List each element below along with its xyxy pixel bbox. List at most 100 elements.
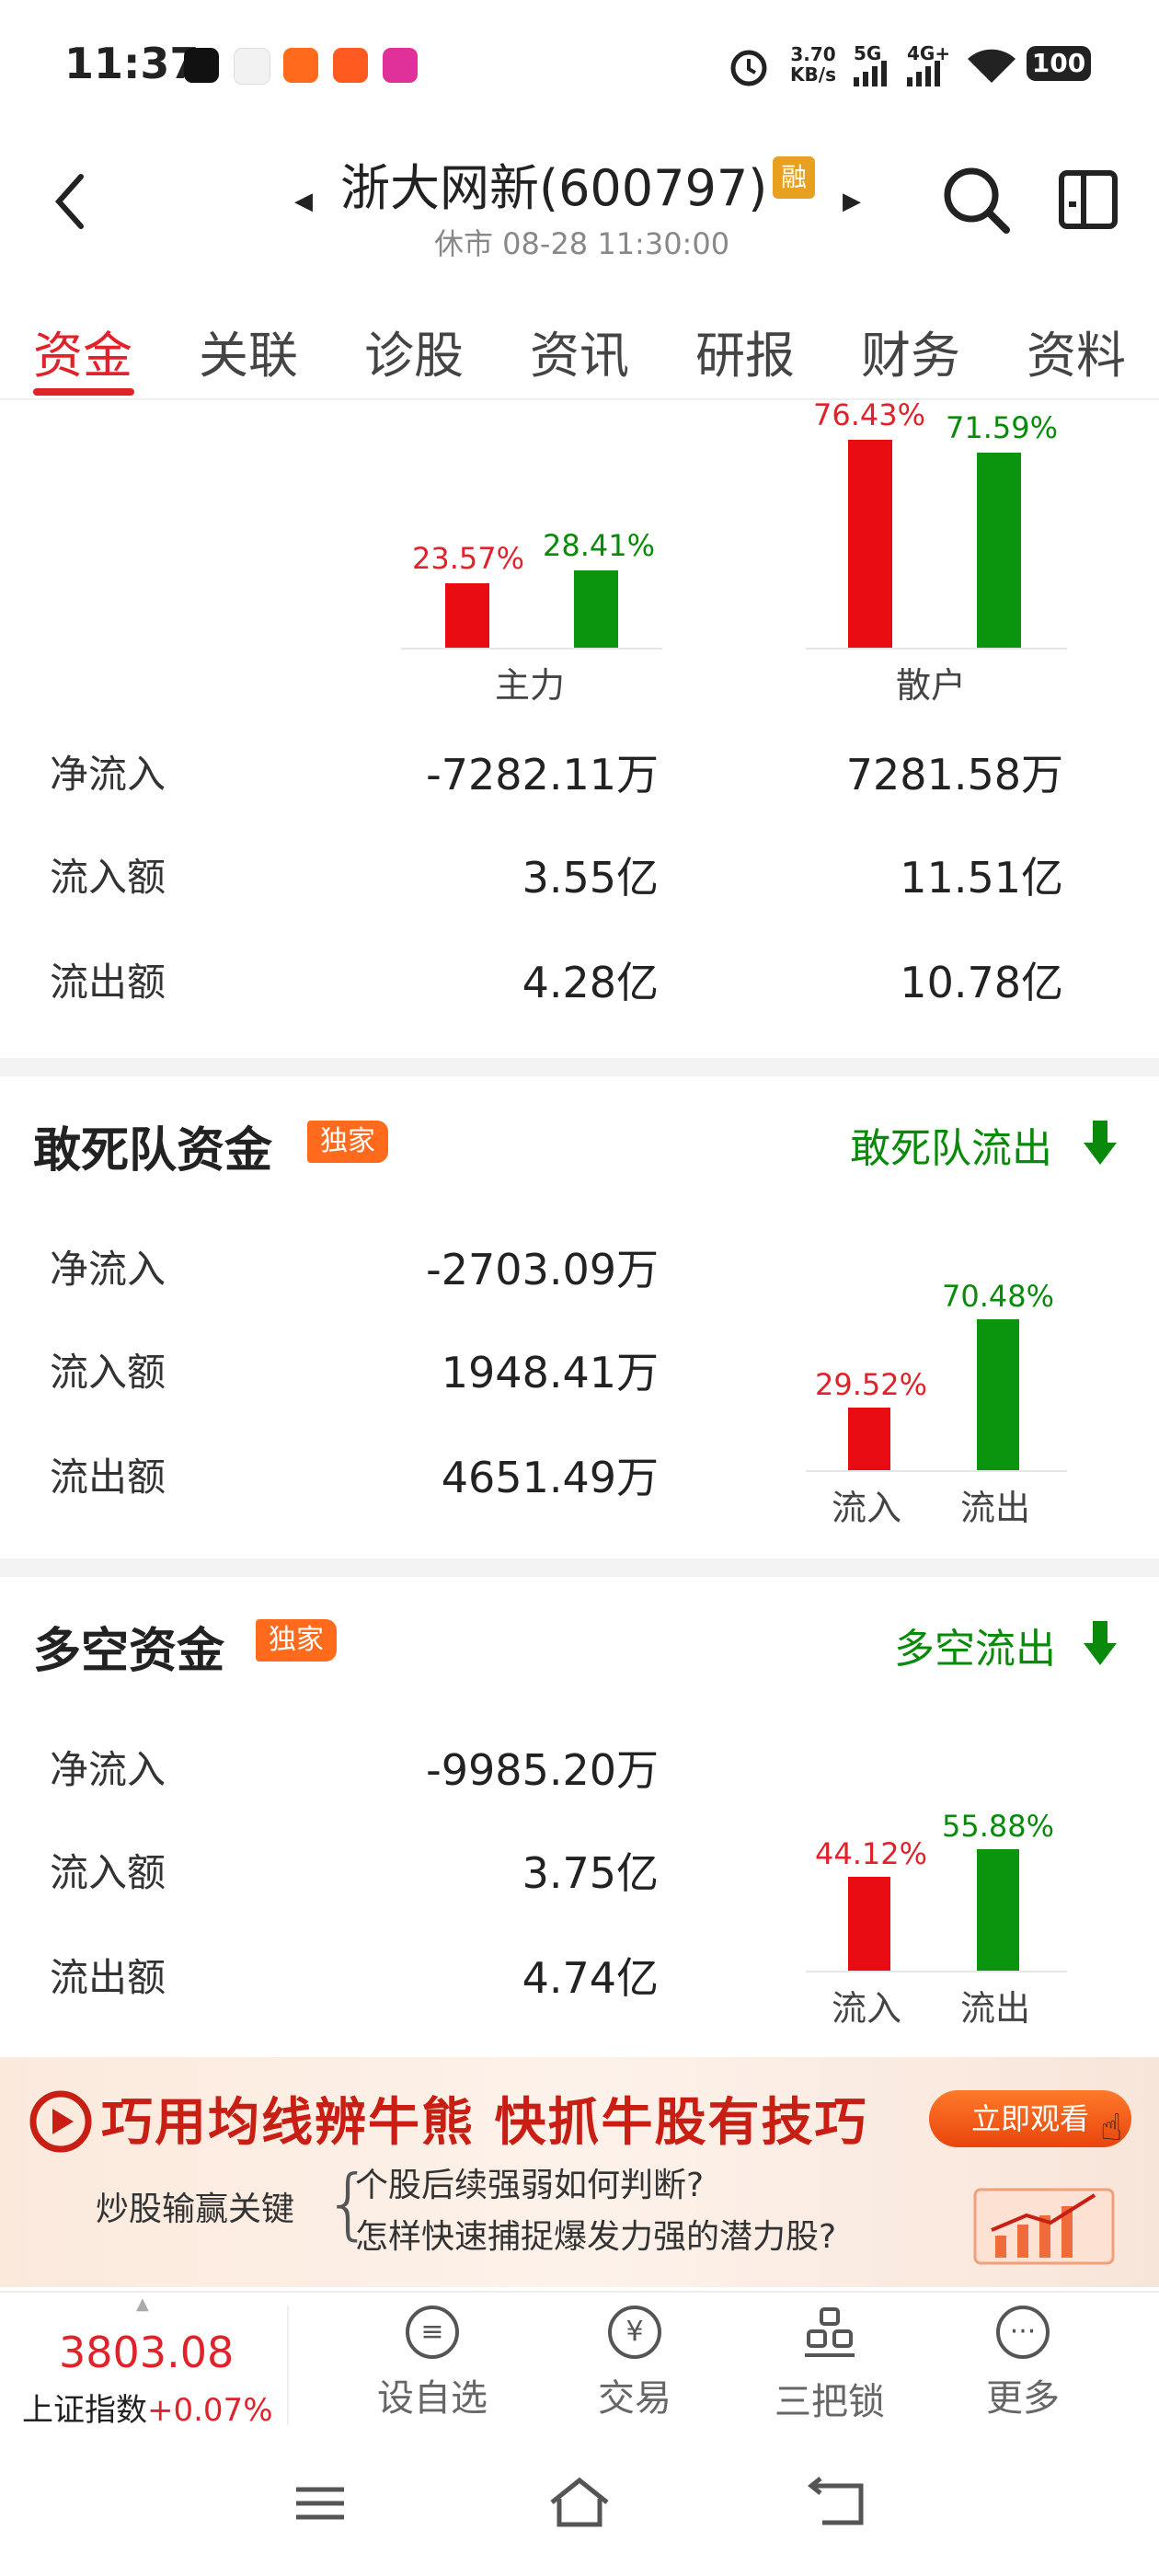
longshort-out-pct: 55.88% bbox=[942, 1809, 1055, 1844]
nav-label: 交易 bbox=[598, 2377, 671, 2420]
banner-left-text: 炒股输赢关键 bbox=[96, 2191, 295, 2228]
nav-more[interactable]: ··· 更多 bbox=[940, 2306, 1106, 2421]
more-dots-icon: ··· bbox=[996, 2306, 1050, 2359]
longshort-out-bar bbox=[977, 1849, 1019, 1971]
main-outflow-bar bbox=[574, 570, 618, 648]
tab-research[interactable]: 研报 bbox=[695, 315, 795, 387]
retail-label: 散户 bbox=[896, 665, 967, 706]
dare-net-inflow: -2703.09万 bbox=[426, 1245, 659, 1294]
back-nav-icon[interactable] bbox=[808, 2477, 866, 2528]
dare-fund-outflow-link[interactable]: 敢死队流出 bbox=[850, 1115, 1052, 1174]
banner-headline: 巧用均线辨牛熊 快抓牛股有技巧 bbox=[101, 2093, 868, 2153]
dare-inflow-label: 流入额 bbox=[50, 1350, 166, 1395]
retail-net-inflow: 7281.58万 bbox=[845, 750, 1063, 799]
news-app-icon bbox=[333, 48, 368, 83]
tab-active-indicator bbox=[33, 388, 134, 396]
dare-out-pct: 70.48% bbox=[942, 1279, 1055, 1314]
dare-out-bar bbox=[977, 1319, 1019, 1470]
retail-inflow-amount: 11.51亿 bbox=[900, 853, 1063, 903]
dare-axis bbox=[806, 1470, 1067, 1472]
nav-label: 更多 bbox=[986, 2377, 1060, 2420]
tab-related[interactable]: 关联 bbox=[199, 315, 298, 387]
dare-fund-title: 敢死队资金 bbox=[33, 1123, 273, 1179]
dare-fund-exclusive-badge: 独家 bbox=[307, 1121, 388, 1163]
main-outflow-amount: 4.28亿 bbox=[522, 958, 659, 1007]
menu-icon[interactable] bbox=[293, 2480, 348, 2526]
signal-5g-icon bbox=[854, 61, 887, 86]
longshort-outflow-label: 流出额 bbox=[50, 1955, 166, 2000]
yen-circle-icon: ¥ bbox=[608, 2306, 661, 2359]
longshort-exclusive-badge: 独家 bbox=[256, 1619, 337, 1662]
index-name[interactable]: 上证指数+0.07% bbox=[22, 2385, 273, 2430]
section-separator bbox=[0, 1558, 1159, 1577]
longshort-outflow-link[interactable]: 多空流出 bbox=[894, 1616, 1056, 1674]
home-icon[interactable] bbox=[546, 2475, 613, 2530]
longshort-in-bar bbox=[848, 1877, 890, 1971]
longshort-fund-title: 多空资金 bbox=[33, 1624, 225, 1679]
tab-finance[interactable]: 财务 bbox=[861, 315, 960, 387]
longshort-inflow-amount: 3.75亿 bbox=[522, 1848, 659, 1898]
nav-three-locks[interactable]: 三把锁 bbox=[747, 2306, 912, 2425]
map-app-icon bbox=[234, 48, 270, 85]
wifi-icon bbox=[968, 49, 1016, 83]
longshort-inflow-label: 流入额 bbox=[50, 1850, 166, 1895]
back-icon[interactable] bbox=[52, 171, 88, 232]
longshort-in-label: 流入 bbox=[832, 1988, 902, 2029]
prev-stock-icon[interactable]: ◀ bbox=[294, 188, 313, 215]
vip-app-icon bbox=[383, 48, 418, 83]
shop-app-icon bbox=[283, 48, 318, 83]
retail-outflow-pct: 71.59% bbox=[946, 410, 1059, 445]
section-separator bbox=[0, 1058, 1159, 1076]
index-name-text: 上证指数 bbox=[22, 2392, 147, 2429]
retail-outflow-amount: 10.78亿 bbox=[900, 958, 1063, 1007]
main-net-inflow: -7282.11万 bbox=[426, 750, 659, 799]
stock-title: 浙大网新(600797) bbox=[340, 159, 768, 217]
longshort-out-label: 流出 bbox=[960, 1988, 1031, 2029]
main-axis bbox=[401, 648, 662, 650]
dare-in-pct: 29.52% bbox=[815, 1367, 928, 1402]
outflow-amount-label: 流出额 bbox=[50, 960, 166, 1005]
index-value[interactable]: 3803.08 bbox=[59, 2328, 234, 2377]
inflow-amount-label: 流入额 bbox=[50, 855, 166, 900]
list-circle-icon: ≡ bbox=[406, 2306, 459, 2359]
retail-outflow-bar bbox=[977, 453, 1021, 648]
longshort-axis bbox=[806, 1971, 1067, 1972]
share-icon[interactable] bbox=[1056, 167, 1120, 232]
status-time: 11:37 bbox=[64, 39, 200, 88]
alarm-icon bbox=[730, 50, 767, 86]
down-arrow-icon bbox=[1084, 1121, 1117, 1165]
bottom-divider bbox=[0, 2291, 1159, 2293]
search-icon[interactable] bbox=[942, 166, 1012, 236]
tab-news[interactable]: 资讯 bbox=[530, 315, 629, 387]
dare-outflow-label: 流出额 bbox=[50, 1455, 166, 1500]
margin-badge: 融 bbox=[773, 156, 815, 199]
dare-net-inflow-label: 净流入 bbox=[50, 1247, 166, 1292]
main-inflow-amount: 3.55亿 bbox=[522, 853, 659, 903]
tab-funds[interactable]: 资金 bbox=[33, 315, 132, 387]
battery-indicator: 100 bbox=[1027, 46, 1091, 81]
dare-out-label: 流出 bbox=[960, 1488, 1031, 1528]
longshort-in-pct: 44.12% bbox=[815, 1836, 928, 1871]
nav-label: 三把锁 bbox=[775, 2381, 885, 2423]
dare-outflow-amount: 4651.49万 bbox=[441, 1453, 659, 1502]
bottom-separator bbox=[287, 2306, 289, 2425]
main-outflow-pct: 28.41% bbox=[543, 528, 656, 563]
next-stock-icon[interactable]: ▶ bbox=[843, 188, 861, 215]
network-speed: 3.70 KB/s bbox=[790, 43, 836, 86]
tab-diagnose[interactable]: 诊股 bbox=[364, 315, 464, 387]
play-icon bbox=[29, 2090, 92, 2153]
longshort-outflow-amount: 4.74亿 bbox=[522, 1953, 659, 2003]
down-arrow-icon bbox=[1084, 1621, 1117, 1665]
banner-line-1: 个股后续强弱如何判断? bbox=[355, 2167, 705, 2204]
market-status: 休市 08-28 11:30:00 bbox=[434, 226, 730, 261]
retail-inflow-pct: 76.43% bbox=[813, 397, 926, 432]
tabs-divider bbox=[0, 398, 1159, 400]
retail-axis bbox=[806, 648, 1067, 650]
tab-profile[interactable]: 资料 bbox=[1027, 315, 1126, 387]
net-inflow-label: 净流入 bbox=[50, 752, 166, 797]
banner-line-2: 怎样快速捕捉爆发力强的潜力股? bbox=[355, 2218, 837, 2256]
nav-add-watchlist[interactable]: ≡ 设自选 bbox=[350, 2306, 515, 2421]
main-inflow-pct: 23.57% bbox=[412, 541, 525, 576]
longshort-net-inflow-label: 净流入 bbox=[50, 1747, 166, 1792]
nav-trade[interactable]: ¥ 交易 bbox=[552, 2306, 717, 2421]
